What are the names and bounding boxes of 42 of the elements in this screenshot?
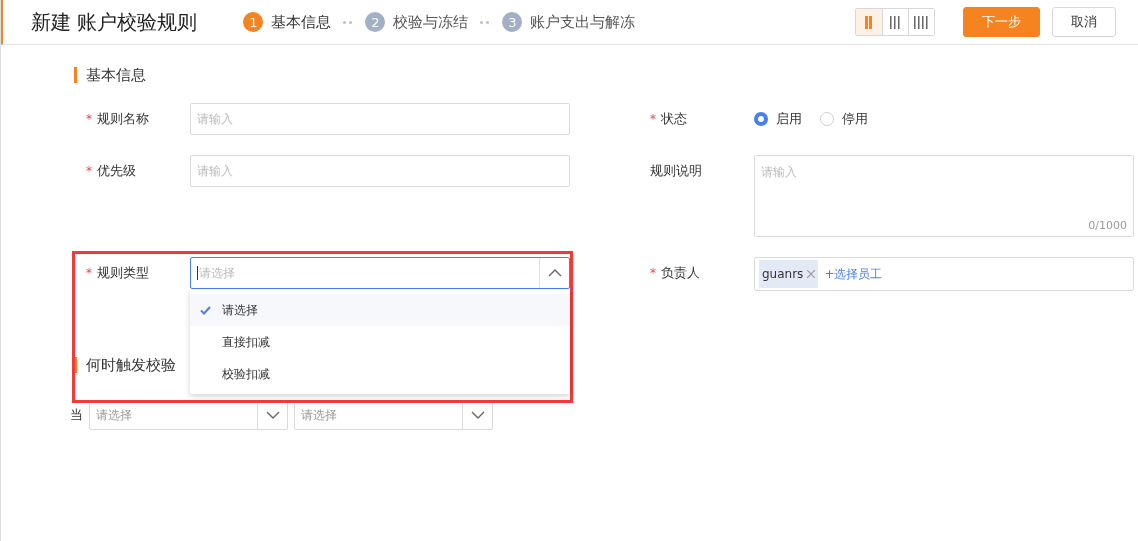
required-mark: *: [86, 163, 92, 180]
columns-3-icon: [889, 15, 902, 29]
char-counter: 0/1000: [1088, 219, 1127, 232]
step-label[interactable]: 账户支出与解冻: [530, 12, 636, 32]
text-input[interactable]: 请输入: [190, 103, 570, 135]
cancel-button[interactable]: 取消: [1052, 7, 1116, 37]
dropdown-option[interactable]: 直接扣减: [190, 326, 570, 358]
people-field[interactable]: guanrs +选择员工: [754, 257, 1134, 291]
required-mark: *: [86, 265, 92, 282]
dots-icon: [480, 20, 491, 24]
text-input[interactable]: 请输入: [190, 155, 570, 187]
add-employee-link[interactable]: +选择员工: [824, 265, 883, 283]
step-number: 2: [365, 12, 386, 32]
person-tag: guanrs: [759, 260, 819, 288]
field-label: 规则类型: [97, 264, 149, 282]
step-label[interactable]: 校验与冻结: [393, 12, 469, 32]
layout-toggle[interactable]: [856, 9, 882, 35]
radio-option[interactable]: 停用: [820, 110, 868, 128]
page-title: 新建 账户校验规则: [31, 8, 198, 36]
dots-icon: [343, 20, 354, 24]
step-number: 3: [502, 12, 523, 32]
step-label[interactable]: 基本信息: [271, 12, 332, 32]
field-label: 优先级: [97, 162, 136, 180]
field-label: 状态: [661, 110, 687, 128]
required-mark: *: [650, 111, 656, 128]
dropdown-option[interactable]: 请选择: [190, 294, 570, 326]
caret-icon: [547, 269, 562, 277]
layout-toggle[interactable]: [908, 9, 934, 35]
condition-label: 当: [70, 406, 83, 424]
required-mark: *: [650, 265, 656, 282]
step-number: 1: [243, 12, 264, 32]
check-icon: [200, 305, 211, 315]
columns-4-icon: [913, 15, 930, 29]
required-mark: *: [86, 111, 92, 128]
caret-icon: [265, 411, 280, 419]
caret-icon: [470, 411, 485, 419]
field-label: 规则名称: [97, 110, 149, 128]
section-title: 基本信息: [74, 67, 1138, 83]
radio-option[interactable]: 启用: [754, 110, 802, 128]
field-label: 负责人: [661, 264, 700, 282]
columns-2-icon: [865, 15, 873, 29]
field-label: 规则说明: [650, 162, 702, 180]
